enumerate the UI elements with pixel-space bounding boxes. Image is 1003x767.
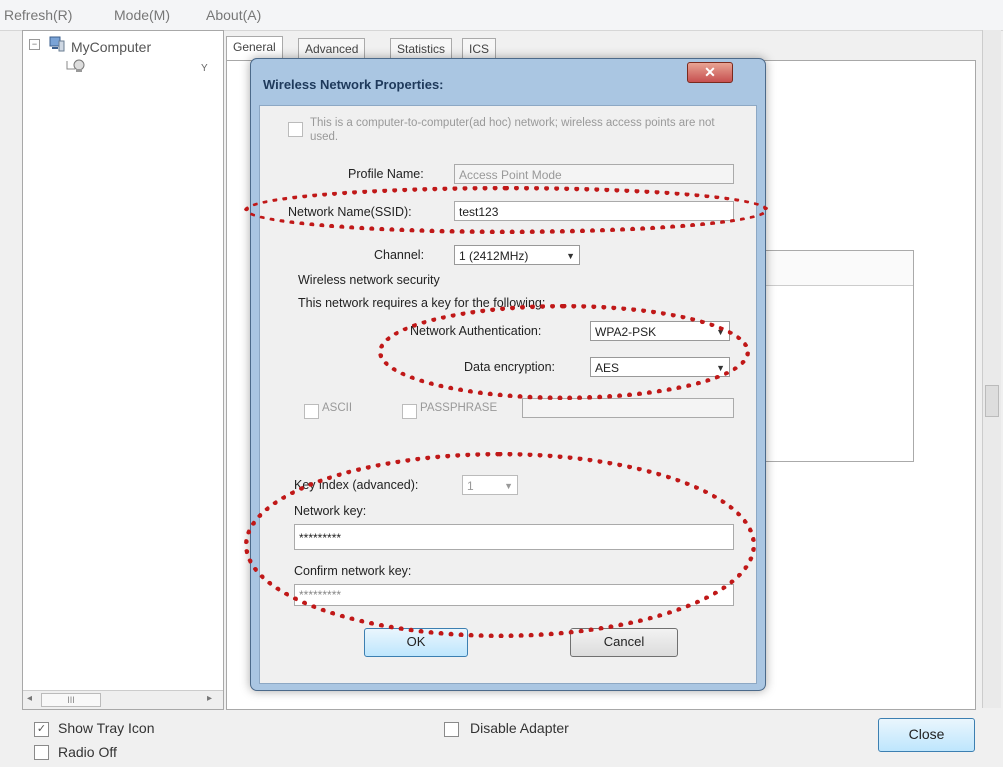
main-scroll-thumb[interactable]	[985, 385, 999, 417]
ssid-label: Network Name(SSID):	[288, 205, 412, 219]
tree-collapse-toggle[interactable]: −	[29, 39, 40, 50]
menu-about[interactable]: About(A)	[206, 7, 261, 23]
scroll-left-arrow-icon[interactable]: ◂	[27, 693, 32, 704]
channel-label: Channel:	[374, 248, 425, 262]
network-key-field[interactable]: *********	[294, 524, 734, 550]
wireless-adapter-icon[interactable]	[65, 57, 87, 76]
tree-horizontal-scrollbar[interactable]: ◂ III ▸	[23, 690, 223, 709]
passphrase-checkbox[interactable]	[402, 404, 417, 419]
show-tray-icon-label: Show Tray Icon	[58, 720, 155, 736]
show-tray-icon-checkbox[interactable]: ✓	[34, 722, 49, 737]
network-list-box[interactable]	[750, 250, 914, 462]
data-encryption-label: Data encryption:	[464, 360, 556, 374]
network-authentication-value: WPA2-PSK	[595, 325, 657, 339]
confirm-network-key-label: Confirm network key:	[294, 564, 412, 578]
channel-select[interactable]: 1 (2412MHz) ▼	[454, 245, 580, 265]
close-icon: ✕	[704, 64, 716, 80]
profile-name-field[interactable]: Access Point Mode	[454, 164, 734, 184]
ascii-checkbox[interactable]	[304, 404, 319, 419]
key-index-value: 1	[467, 479, 474, 493]
tree-root-label[interactable]: MyComputer	[71, 39, 151, 55]
main-vertical-scrollbar[interactable]	[982, 30, 1001, 708]
data-encryption-value: AES	[595, 361, 620, 375]
menu-mode[interactable]: Mode(M)	[114, 7, 170, 23]
network-authentication-select[interactable]: WPA2-PSK ▼	[590, 321, 730, 341]
menubar: Refresh(R) Mode(M) About(A)	[0, 0, 1003, 31]
key-index-select[interactable]: 1 ▼	[462, 475, 518, 495]
ssid-field[interactable]: test123	[454, 201, 734, 221]
radio-off-checkbox[interactable]	[34, 745, 49, 760]
passphrase-label: PASSPHRASE	[420, 402, 498, 414]
radio-off-label: Radio Off	[58, 744, 117, 760]
wireless-network-properties-dialog: Wireless Network Properties: ✕ This is a…	[250, 58, 766, 691]
data-encryption-select[interactable]: AES ▼	[590, 357, 730, 377]
computer-icon	[47, 35, 67, 58]
cancel-button[interactable]: Cancel	[570, 628, 678, 657]
adhoc-checkbox[interactable]	[288, 122, 303, 137]
scroll-right-arrow-icon[interactable]: ▸	[207, 693, 212, 704]
chevron-down-icon: ▼	[716, 363, 725, 373]
network-key-label: Network key:	[294, 504, 367, 518]
tab-statistics[interactable]: Statistics	[390, 38, 453, 60]
dialog-body: This is a computer-to-computer(ad hoc) n…	[259, 105, 757, 684]
dialog-title: Wireless Network Properties:	[263, 77, 444, 92]
dialog-close-button[interactable]: ✕	[687, 62, 733, 83]
signal-icon: Y	[201, 63, 208, 74]
tree-scroll-thumb[interactable]: III	[41, 693, 101, 707]
close-button[interactable]: Close	[878, 718, 975, 752]
ok-button[interactable]: OK	[364, 628, 468, 657]
network-authentication-label: Network Authentication:	[410, 324, 542, 338]
chevron-down-icon: ▼	[504, 481, 513, 491]
list-header	[751, 251, 913, 286]
security-description: This network requires a key for the foll…	[298, 296, 546, 310]
device-tree-panel: − MyComputer Y ◂ III ▸	[22, 30, 224, 710]
menu-refresh[interactable]: Refresh(R)	[4, 7, 72, 23]
confirm-network-key-field[interactable]: *********	[294, 584, 734, 606]
disable-adapter-checkbox[interactable]	[444, 722, 459, 737]
adhoc-description: This is a computer-to-computer(ad hoc) n…	[310, 117, 715, 143]
disable-adapter-label: Disable Adapter	[470, 720, 569, 736]
channel-value: 1 (2412MHz)	[459, 249, 529, 263]
passphrase-field[interactable]	[522, 398, 734, 418]
chevron-down-icon: ▼	[716, 327, 725, 337]
chevron-down-icon: ▼	[566, 251, 575, 261]
profile-name-label: Profile Name:	[348, 167, 424, 181]
security-heading: Wireless network security	[298, 273, 440, 287]
key-index-label: Key index (advanced):	[294, 478, 419, 492]
tab-ics[interactable]: ICS	[462, 38, 497, 60]
ascii-label: ASCII	[322, 402, 353, 414]
tab-advanced[interactable]: Advanced	[298, 38, 366, 60]
